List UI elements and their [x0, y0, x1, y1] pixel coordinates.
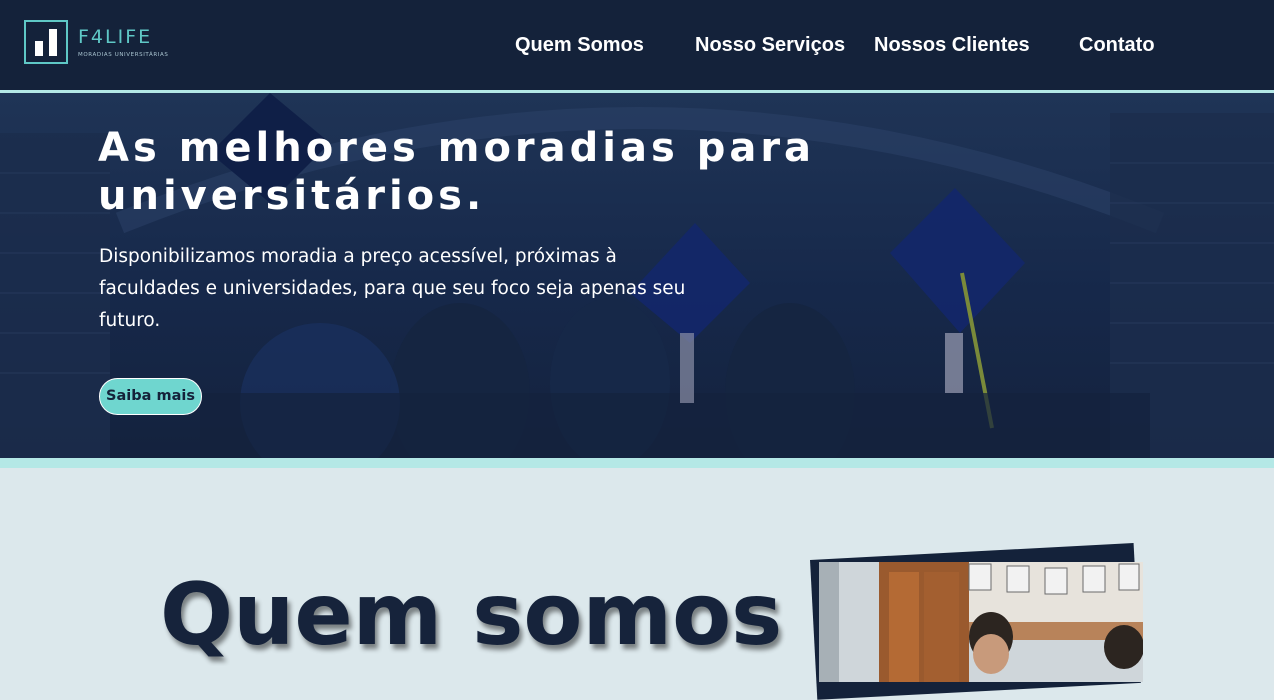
about-photo-image: [819, 562, 1143, 682]
logo-tagline: MORADIAS UNIVERSITÁRIAS: [78, 52, 169, 58]
nav-link-quem-somos[interactable]: Quem Somos: [515, 32, 644, 58]
logo-bar-tall: [49, 29, 57, 56]
logo-bar-short: [35, 41, 43, 56]
hero-title: As melhores moradias para universitários…: [98, 125, 816, 219]
saiba-mais-button[interactable]: Saiba mais: [99, 378, 202, 415]
site-header: F4LIFE MORADIAS UNIVERSITÁRIAS Quem Somo…: [0, 0, 1274, 90]
about-section-title: Quem somos: [160, 565, 783, 665]
nav-link-contato[interactable]: Contato: [1079, 32, 1155, 58]
logo-title[interactable]: F4LIFE: [78, 26, 152, 48]
hero-bottom-stripe: [0, 458, 1274, 468]
logo-icon[interactable]: [24, 20, 68, 64]
nav-link-nossos-clientes[interactable]: Nossos Clientes: [874, 32, 1030, 58]
nav-link-nosso-servicos[interactable]: Nosso Serviços: [695, 32, 845, 58]
about-photo: [819, 562, 1143, 682]
hero-description: Disponibilizamos moradia a preço acessív…: [99, 246, 686, 331]
